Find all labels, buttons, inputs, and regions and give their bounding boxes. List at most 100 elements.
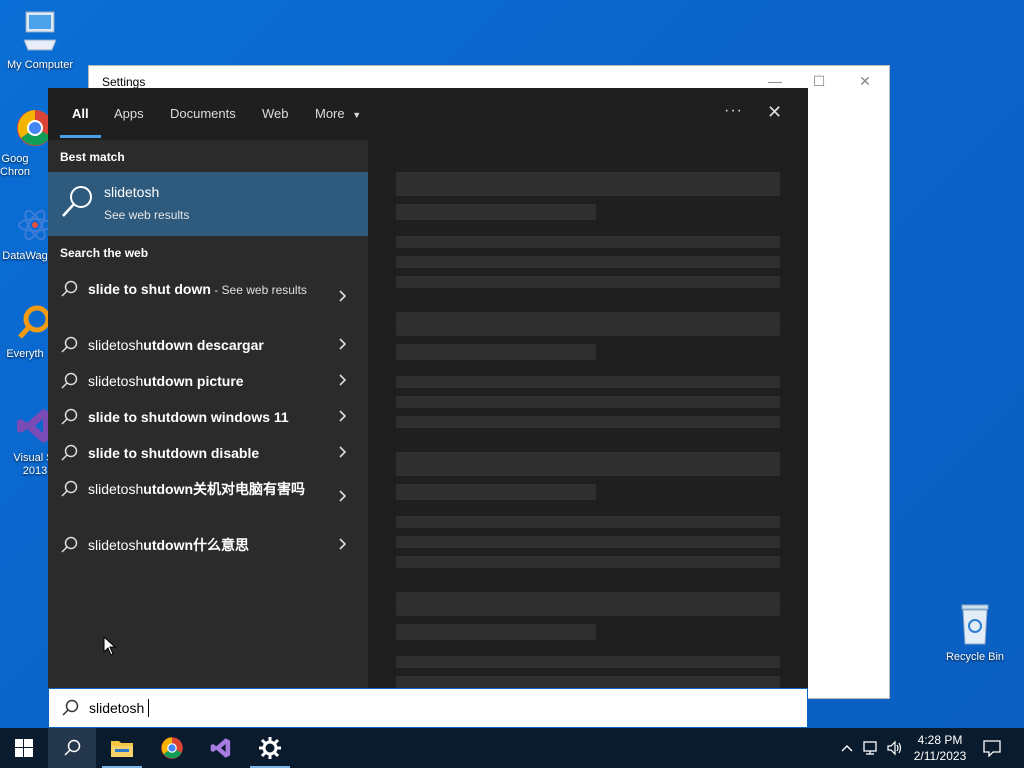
suggestion-text: slidetoshutdown descargar: [88, 336, 318, 354]
suggestion-bold: utdown descargar: [143, 337, 264, 353]
suggestion-item[interactable]: slide to shut down - See web results: [48, 280, 368, 320]
loading-placeholder: [396, 452, 780, 476]
loading-placeholder: [396, 592, 780, 616]
chevron-right-icon: [339, 374, 347, 386]
taskbar-chrome[interactable]: [148, 728, 196, 768]
tab-more[interactable]: More ▼: [315, 106, 361, 121]
desktop-icon-label: My Computer: [6, 59, 74, 71]
search-input[interactable]: slidetosh: [89, 700, 144, 716]
show-hidden-icons-chevron-icon[interactable]: [841, 743, 853, 753]
loading-placeholder: [396, 536, 780, 548]
chevron-right-icon: [339, 290, 347, 302]
taskbar: 4:28 PM 2/11/2023: [0, 728, 1024, 768]
suggestion-item[interactable]: slidetoshutdown picture: [48, 372, 368, 396]
desktop-icon-label: DataWag: [2, 250, 48, 262]
suggestion-prefix: slidetosh: [88, 537, 144, 553]
taskbar-search-button[interactable]: [48, 728, 96, 768]
chevron-down-icon: ▼: [352, 110, 362, 120]
chevron-right-icon: [339, 490, 347, 502]
folder-icon: [111, 741, 133, 757]
tab-web[interactable]: Web: [262, 106, 289, 121]
notifications-icon[interactable]: [983, 739, 1001, 757]
search-tabs: All Apps Documents Web More ▼ ··· ✕: [48, 88, 808, 140]
suggestion-item[interactable]: slidetoshutdown关机对电脑有害吗: [48, 480, 368, 520]
results-list: Best match slidetosh See web results Sea…: [48, 140, 368, 688]
suggestion-text: slidetoshutdown关机对电脑有害吗: [88, 480, 313, 498]
best-match-item[interactable]: slidetosh See web results: [48, 172, 368, 236]
network-icon[interactable]: [862, 740, 880, 756]
tab-apps[interactable]: Apps: [114, 106, 144, 121]
desktop-icon-my-computer[interactable]: My Computer: [0, 10, 80, 72]
clock-date: 2/11/2023: [913, 749, 967, 763]
loading-placeholder: [396, 556, 780, 568]
suggestion-bold: utdown picture: [143, 373, 244, 389]
taskbar-settings[interactable]: [246, 728, 294, 768]
loading-placeholder: [396, 172, 780, 196]
chevron-right-icon: [339, 538, 347, 550]
loading-placeholder: [396, 676, 780, 688]
search-box[interactable]: slidetosh: [48, 688, 808, 728]
best-match-subtitle: See web results: [104, 208, 190, 222]
maximize-button[interactable]: ☐: [809, 72, 829, 90]
volume-icon[interactable]: [886, 740, 904, 756]
search-web-heading: Search the web: [60, 246, 149, 260]
loading-placeholder: [396, 236, 780, 248]
search-panel: All Apps Documents Web More ▼ ··· ✕ Best…: [48, 88, 808, 688]
suggestion-text: slidetoshutdown picture: [88, 372, 318, 390]
desktop-icon-recycle-bin[interactable]: Recycle Bin: [935, 602, 1015, 664]
search-icon: [62, 186, 92, 217]
active-tab-indicator: [60, 135, 101, 138]
loading-placeholder: [396, 276, 780, 288]
close-button[interactable]: ✕: [855, 72, 875, 90]
recycle-bin-icon: [961, 604, 989, 645]
suggestion-bold: slide to shut down: [88, 281, 211, 297]
suggestion-prefix: slidetosh: [88, 481, 144, 497]
loading-placeholder: [396, 344, 596, 360]
suggestion-item[interactable]: slidetoshutdown descargar: [48, 336, 368, 360]
search-icon: [61, 372, 78, 389]
suggestion-prefix: slidetosh: [88, 373, 144, 389]
suggestion-item[interactable]: slide to shutdown disable: [48, 444, 368, 468]
clock-time: 4:28 PM: [917, 733, 963, 747]
settings-window-title: Settings: [102, 75, 146, 89]
suggestion-bold: slide to shutdown windows 11: [88, 409, 289, 425]
desktop-icon-label: Everyth: [6, 348, 44, 360]
loading-placeholder: [396, 516, 780, 528]
desktop-icon-label: Goog Chron: [0, 153, 30, 178]
suggestion-item[interactable]: slide to shutdown windows 11: [48, 408, 368, 432]
taskbar-file-explorer[interactable]: [98, 728, 146, 768]
chevron-right-icon: [339, 446, 347, 458]
loading-placeholder: [396, 256, 780, 268]
taskbar-clock[interactable]: 4:28 PM 2/11/2023: [912, 732, 968, 764]
search-icon: [61, 336, 78, 353]
suggestion-text: slide to shutdown windows 11: [88, 408, 318, 426]
gear-icon: [259, 737, 281, 759]
best-match-title: slidetosh: [104, 184, 160, 200]
suggestion-bold: utdown关机对电脑有害吗: [143, 481, 306, 497]
taskbar-visual-studio[interactable]: [197, 728, 245, 768]
search-icon: [61, 536, 78, 553]
suggestion-text: slide to shutdown disable: [88, 444, 318, 462]
text-caret: [148, 699, 149, 717]
chevron-right-icon: [339, 338, 347, 350]
search-icon: [61, 480, 78, 497]
search-icon: [61, 408, 78, 425]
visual-studio-icon: [210, 738, 231, 758]
start-button[interactable]: [0, 728, 48, 768]
mouse-cursor-icon: [103, 636, 117, 656]
chevron-right-icon: [339, 410, 347, 422]
close-search-button[interactable]: ✕: [767, 102, 782, 123]
more-options-button[interactable]: ···: [724, 102, 743, 120]
suggestion-bold: slide to shutdown disable: [88, 445, 260, 461]
tab-all[interactable]: All: [72, 106, 89, 121]
suggestion-prefix: slidetosh: [88, 337, 144, 353]
suggestion-suffix: - See web results: [210, 283, 307, 297]
loading-placeholder: [396, 624, 596, 640]
loading-placeholder: [396, 376, 780, 388]
suggestion-item[interactable]: slidetoshutdown什么意思: [48, 536, 368, 560]
suggestion-bold: utdown什么意思: [143, 537, 250, 553]
tab-documents[interactable]: Documents: [170, 106, 236, 121]
loading-placeholder: [396, 416, 780, 428]
suggestion-text: slide to shut down - See web results: [88, 280, 318, 299]
loading-placeholder: [396, 484, 596, 500]
